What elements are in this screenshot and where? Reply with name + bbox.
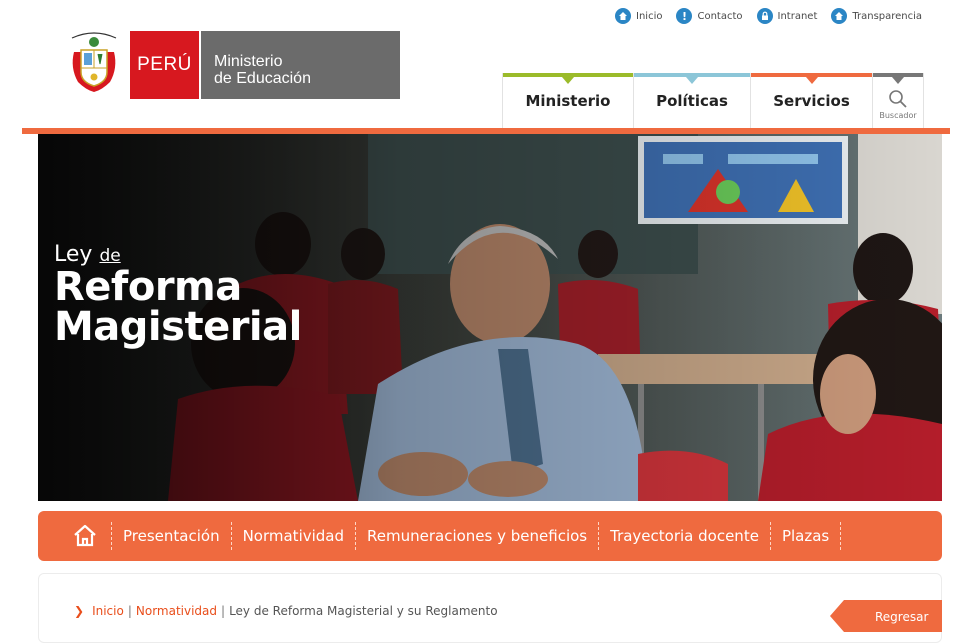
utility-links: Inicio ! Contacto Intranet Transparencia bbox=[615, 8, 936, 24]
nav-tab-ministerio[interactable]: Ministerio bbox=[502, 73, 633, 128]
section-nav: Presentación Normatividad Remuneraciones… bbox=[38, 511, 942, 561]
section-nav-normatividad[interactable]: Normatividad bbox=[243, 527, 344, 545]
ministry-name-line2: de Educación bbox=[214, 70, 311, 87]
tab-pointer bbox=[686, 77, 698, 84]
banner-title-line2: Reforma bbox=[54, 264, 242, 310]
breadcrumb: ❯ Inicio | Normatividad | Ley de Reforma… bbox=[74, 604, 498, 618]
breadcrumb-separator: | bbox=[127, 604, 132, 618]
peru-brand-box[interactable]: PERÚ bbox=[130, 31, 199, 99]
section-nav-plazas[interactable]: Plazas bbox=[782, 527, 829, 545]
utility-link-label: Transparencia bbox=[852, 10, 923, 22]
nav-tab-politicas[interactable]: Políticas bbox=[633, 73, 750, 128]
banner-title-de: de bbox=[99, 246, 121, 266]
section-nav-trayectoria[interactable]: Trayectoria docente bbox=[610, 527, 759, 545]
section-home-button[interactable] bbox=[70, 521, 100, 551]
peru-brand-label: PERÚ bbox=[137, 54, 192, 75]
nav-separator bbox=[769, 522, 771, 550]
ministry-brand-box[interactable]: Ministerio de Educación bbox=[201, 31, 400, 99]
utility-link-transparencia[interactable]: Transparencia bbox=[831, 8, 922, 24]
section-nav-presentacion[interactable]: Presentación bbox=[123, 527, 220, 545]
banner-title: Ley de Reforma Magisterial bbox=[54, 242, 302, 347]
breadcrumb-link-normatividad[interactable]: Normatividad bbox=[136, 604, 217, 618]
nav-tab-label: Ministerio bbox=[525, 91, 611, 110]
nav-tab-label: Políticas bbox=[656, 91, 728, 110]
nav-separator bbox=[598, 522, 600, 550]
section-nav-remuneraciones[interactable]: Remuneraciones y beneficios bbox=[367, 527, 587, 545]
tab-pointer bbox=[892, 77, 904, 84]
home-icon bbox=[615, 8, 631, 24]
national-coat-of-arms-logo bbox=[66, 30, 122, 96]
utility-link-label: Intranet bbox=[777, 10, 818, 22]
utility-link-intranet[interactable]: Intranet bbox=[756, 8, 818, 24]
utility-link-label: Contacto bbox=[697, 10, 743, 22]
magnifier-icon bbox=[889, 90, 907, 108]
back-button[interactable]: Regresar bbox=[830, 600, 942, 632]
lock-icon bbox=[756, 8, 773, 24]
tab-pointer bbox=[562, 77, 574, 84]
alert-icon: ! bbox=[676, 8, 693, 24]
nav-tab-label: Servicios bbox=[773, 91, 850, 110]
banner-title-line3: Magisterial bbox=[54, 304, 302, 350]
chevron-right-icon: ❯ bbox=[74, 604, 85, 618]
breadcrumb-link-inicio[interactable]: Inicio bbox=[92, 604, 124, 618]
hero-banner: Ley de Reforma Magisterial bbox=[38, 134, 942, 501]
nav-tab-servicios[interactable]: Servicios bbox=[750, 73, 872, 128]
breadcrumb-separator: | bbox=[221, 604, 226, 618]
utility-link-label: Inicio bbox=[636, 10, 663, 22]
utility-link-inicio[interactable]: Inicio bbox=[615, 8, 662, 24]
breadcrumb-current: Ley de Reforma Magisterial y su Reglamen… bbox=[229, 604, 498, 618]
search-label: Buscador bbox=[879, 111, 917, 120]
nav-separator bbox=[111, 522, 112, 550]
home-icon bbox=[831, 8, 848, 24]
tab-pointer bbox=[805, 77, 818, 84]
nav-separator bbox=[230, 522, 232, 550]
nav-separator bbox=[355, 522, 357, 550]
search-button[interactable]: Buscador bbox=[872, 73, 924, 128]
utility-link-contacto[interactable]: ! Contacto bbox=[676, 8, 743, 24]
ministry-name-line1: Ministerio bbox=[214, 53, 283, 70]
back-button-label: Regresar bbox=[875, 610, 929, 624]
home-outline-icon bbox=[74, 524, 96, 547]
nav-separator bbox=[840, 522, 842, 550]
